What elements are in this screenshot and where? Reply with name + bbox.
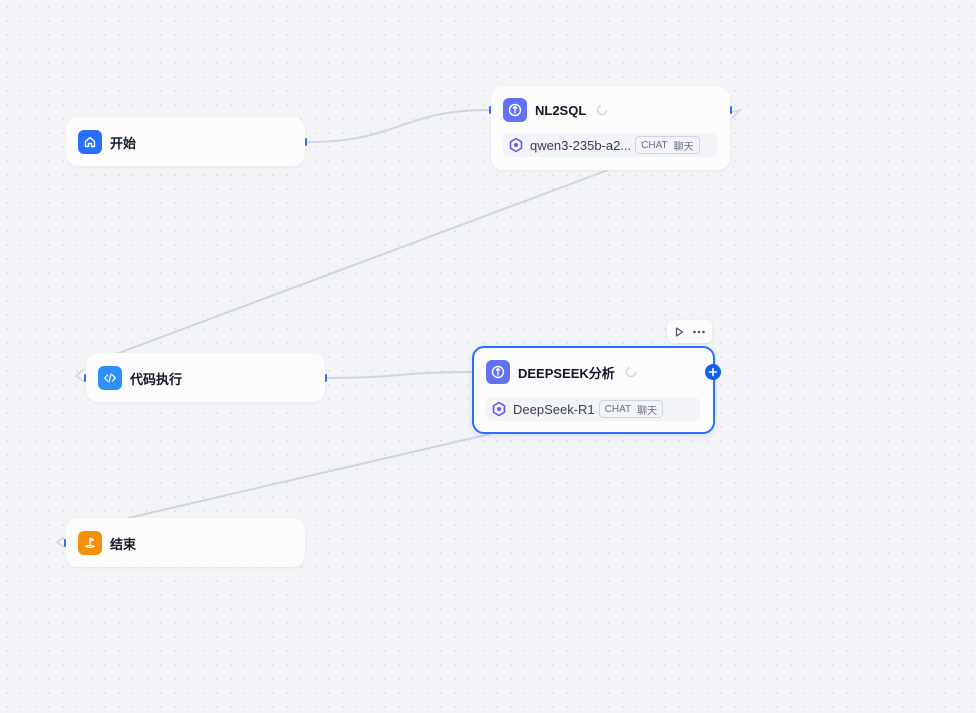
node-toolbar: [667, 320, 712, 343]
node-nl2sql-input-handle[interactable]: [489, 106, 491, 114]
node-end[interactable]: 结束: [64, 518, 305, 567]
loading-spinner-icon: [597, 104, 608, 116]
node-deepseek-title: DEEPSEEK分析: [518, 365, 615, 381]
loading-spinner-icon: [625, 366, 637, 378]
node-code-header: 代码执行: [98, 366, 182, 390]
node-start-header: 开始: [78, 130, 136, 154]
node-nl2sql-model-tag: CHAT 聊天: [635, 136, 700, 154]
node-nl2sql-model-selector[interactable]: qwen3-235b-a2... CHAT 聊天: [503, 133, 717, 157]
node-start-output-handle[interactable]: [305, 138, 307, 146]
edge-code-to-deepseek[interactable]: [326, 371, 473, 379]
node-deepseek[interactable]: DEEPSEEK分析 DeepSeek-R1 CHAT 聊天: [472, 346, 715, 434]
node-code-title: 代码执行: [130, 371, 183, 387]
edge-stub-end-in: [55, 536, 65, 548]
node-nl2sql-model-name: qwen3-235b-a2...: [530, 137, 632, 153]
edge-stub-nl2sql-out: [731, 108, 743, 119]
edge-deepseek-to-end[interactable]: [127, 433, 491, 519]
node-deepseek-model-tag: CHAT 聊天: [598, 400, 664, 418]
home-icon: [78, 130, 102, 154]
node-nl2sql-output-handle[interactable]: [730, 106, 732, 114]
model-tag-mode: CHAT: [641, 139, 668, 151]
edge-start-to-nl2sql[interactable]: [306, 109, 491, 143]
play-icon[interactable]: [673, 326, 685, 338]
node-end-input-handle[interactable]: [64, 539, 66, 547]
plus-icon: [708, 367, 718, 377]
code-icon: [98, 366, 122, 390]
model-provider-icon: [492, 401, 506, 417]
node-deepseek-header: DEEPSEEK分析: [486, 360, 637, 384]
edge-nl2sql-to-code[interactable]: [115, 169, 609, 355]
node-deepseek-model-selector[interactable]: DeepSeek-R1 CHAT 聊天: [486, 397, 700, 421]
node-code-output-handle[interactable]: [325, 374, 327, 382]
node-deepseek-model-name: DeepSeek-R1: [513, 401, 595, 417]
edge-stub-code-in: [74, 368, 85, 382]
node-start-title: 开始: [110, 135, 137, 151]
node-nl2sql-header: NL2SQL: [503, 98, 608, 122]
flag-icon: [78, 531, 102, 555]
more-icon[interactable]: [692, 326, 706, 338]
llm-icon: [503, 98, 527, 122]
node-code-input-handle[interactable]: [84, 374, 86, 382]
node-code[interactable]: 代码执行: [84, 353, 327, 402]
node-nl2sql-title: NL2SQL: [535, 102, 587, 118]
add-next-node-button[interactable]: [705, 364, 721, 380]
node-end-title: 结束: [110, 536, 137, 552]
model-provider-icon: [509, 137, 523, 153]
model-tag-mode: CHAT: [604, 403, 632, 415]
node-end-header: 结束: [78, 531, 136, 555]
node-nl2sql[interactable]: NL2SQL qwen3-235b-a2... CHAT 聊天: [489, 86, 732, 170]
llm-icon: [486, 360, 510, 384]
model-tag-label: 聊天: [637, 405, 658, 417]
model-tag-label: 聊天: [673, 141, 694, 153]
node-start[interactable]: 开始: [66, 117, 307, 166]
